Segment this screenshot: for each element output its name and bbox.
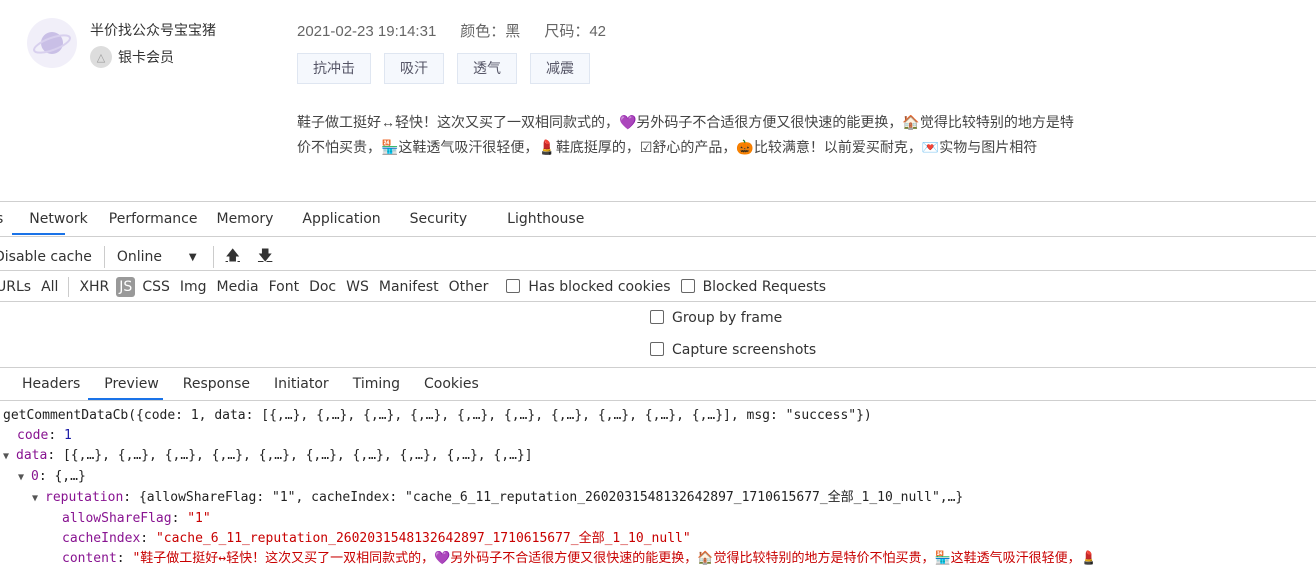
filter-font[interactable]: Font bbox=[269, 279, 299, 295]
value: [{,…}, {,…}, {,…}, {,…}, {,…}, {,…}, {,…… bbox=[62, 448, 533, 463]
tab-sources[interactable]: s bbox=[0, 211, 3, 227]
filter-js[interactable]: JS bbox=[116, 277, 136, 297]
tag: 抗冲击 bbox=[297, 53, 371, 84]
filter-urls[interactable]: URLs bbox=[0, 279, 31, 295]
triangle-down-icon[interactable]: ▼ bbox=[18, 468, 31, 488]
tab-application[interactable]: Application bbox=[302, 211, 380, 227]
devtools-tabs: s Network Performance Memory Application… bbox=[0, 211, 584, 227]
preview-subtabs: Headers Preview Response Initiator Timin… bbox=[22, 376, 479, 392]
value: {allowShareFlag: "1", cacheIndex: "cache… bbox=[138, 490, 964, 505]
group-by-frame-checkbox[interactable]: Group by frame bbox=[650, 310, 782, 326]
value: "鞋子做工挺好↔轻快！这次又买了一双相同款式的，💜另外码子不合适很方便又很快速的… bbox=[132, 551, 1097, 566]
value: {,…} bbox=[54, 469, 86, 484]
network-toolbar: Disable cache Online ▼ 🡅 🡇 bbox=[0, 245, 272, 269]
tab-lighthouse[interactable]: Lighthouse bbox=[507, 211, 584, 227]
divider bbox=[0, 201, 1316, 202]
label: Capture screenshots bbox=[672, 342, 817, 358]
tab-memory[interactable]: Memory bbox=[216, 211, 273, 227]
throttle-select[interactable]: Online bbox=[117, 249, 189, 265]
tag: 减震 bbox=[530, 53, 590, 84]
filter-manifest[interactable]: Manifest bbox=[379, 279, 439, 295]
tree-node-data[interactable]: ▼ data: [{,…}, {,…}, {,…}, {,…}, {,…}, {,… bbox=[3, 446, 1097, 467]
tree-node-allowshareflag: allowShareFlag: "1" bbox=[62, 511, 211, 526]
divider bbox=[0, 236, 1316, 237]
tab-initiator[interactable]: Initiator bbox=[274, 376, 329, 392]
divider bbox=[0, 301, 1316, 302]
member-badge: △ 银卡会员 bbox=[90, 46, 174, 68]
tab-headers[interactable]: Headers bbox=[22, 376, 80, 392]
tag: 透气 bbox=[457, 53, 517, 84]
review-date: 2021-02-23 19:14:31 bbox=[297, 23, 437, 40]
filter-bar: URLs All XHR JS CSS Img Media Font Doc W… bbox=[0, 277, 826, 297]
triangle-down-icon[interactable]: ▼ bbox=[32, 489, 45, 509]
divider bbox=[0, 400, 1316, 401]
avatar bbox=[27, 18, 77, 68]
filter-other[interactable]: Other bbox=[449, 279, 489, 295]
upload-icon[interactable]: 🡅 bbox=[226, 245, 240, 269]
separator bbox=[103, 246, 105, 268]
tab-network[interactable]: Network bbox=[29, 211, 87, 227]
tab-response[interactable]: Response bbox=[183, 376, 250, 392]
filter-img[interactable]: Img bbox=[180, 279, 207, 295]
silver-badge-icon: △ bbox=[90, 46, 112, 68]
filter-media[interactable]: Media bbox=[217, 279, 259, 295]
key: code bbox=[17, 428, 49, 443]
divider bbox=[0, 367, 1316, 368]
label: Blocked Requests bbox=[702, 279, 827, 295]
tree-node-0[interactable]: ▼ 0: {,…} bbox=[3, 467, 1097, 488]
review-content: 鞋子做工挺好↔轻快！这次又买了一双相同款式的，💜另外码子不合适很方便又很快速的能… bbox=[297, 114, 1074, 155]
triangle-down-icon[interactable]: ▼ bbox=[3, 447, 16, 467]
download-icon[interactable]: 🡇 bbox=[258, 245, 272, 269]
key: reputation bbox=[45, 490, 124, 505]
filter-all[interactable]: All bbox=[41, 279, 58, 295]
key: data bbox=[16, 448, 48, 463]
tree-node-reputation[interactable]: ▼ reputation: {allowShareFlag: "1", cache… bbox=[3, 488, 1097, 509]
label: Has blocked cookies bbox=[528, 279, 671, 295]
blocked-requests-checkbox[interactable]: Blocked Requests bbox=[680, 279, 827, 295]
review-color: 颜色：黑 bbox=[460, 23, 521, 40]
value: "1" bbox=[187, 511, 211, 526]
key: content bbox=[62, 551, 117, 566]
filter-xhr[interactable]: XHR bbox=[79, 279, 109, 295]
separator bbox=[212, 246, 214, 268]
tag-list: 抗冲击 吸汗 透气 减震 bbox=[297, 53, 590, 84]
divider bbox=[0, 270, 1316, 271]
chevron-down-icon[interactable]: ▼ bbox=[189, 252, 197, 263]
active-tab-indicator bbox=[12, 233, 65, 235]
tab-timing[interactable]: Timing bbox=[353, 376, 400, 392]
tab-cookies[interactable]: Cookies bbox=[424, 376, 479, 392]
value: 1 bbox=[63, 428, 72, 443]
review-meta: 2021-02-23 19:14:31 颜色：黑 尺码：42 bbox=[297, 20, 630, 41]
tree-root: getCommentDataCb({code: 1, data: [{,…}, … bbox=[3, 408, 872, 423]
tag: 吸汗 bbox=[384, 53, 444, 84]
key: allowShareFlag bbox=[62, 511, 172, 526]
tab-security[interactable]: Security bbox=[410, 211, 468, 227]
key: 0 bbox=[31, 469, 39, 484]
review-size: 尺码：42 bbox=[544, 23, 606, 40]
capture-screenshots-checkbox[interactable]: Capture screenshots bbox=[650, 342, 816, 358]
label: Group by frame bbox=[672, 310, 783, 326]
separator bbox=[68, 277, 70, 297]
tab-preview[interactable]: Preview bbox=[104, 376, 159, 392]
key: cacheIndex bbox=[62, 531, 141, 546]
value: "cache_6_11_reputation_26020315481326428… bbox=[155, 531, 691, 546]
planet-icon bbox=[33, 32, 71, 54]
tree-node-content: content: "鞋子做工挺好↔轻快！这次又买了一双相同款式的，💜另外码子不合… bbox=[62, 551, 1097, 566]
tab-performance[interactable]: Performance bbox=[109, 211, 198, 227]
preview-tree: getCommentDataCb({code: 1, data: [{,…}, … bbox=[3, 406, 1097, 569]
username: 半价找公众号宝宝猪 bbox=[90, 22, 216, 38]
tree-node-code: code: 1 bbox=[17, 428, 72, 443]
filter-css[interactable]: CSS bbox=[142, 279, 170, 295]
has-blocked-cookies-checkbox[interactable]: Has blocked cookies bbox=[506, 279, 671, 295]
tree-node-cacheindex: cacheIndex: "cache_6_11_reputation_26020… bbox=[62, 531, 691, 546]
member-level: 银卡会员 bbox=[118, 49, 174, 65]
disable-cache-checkbox[interactable]: Disable cache bbox=[0, 249, 92, 265]
filter-ws[interactable]: WS bbox=[346, 279, 369, 295]
filter-doc[interactable]: Doc bbox=[309, 279, 336, 295]
